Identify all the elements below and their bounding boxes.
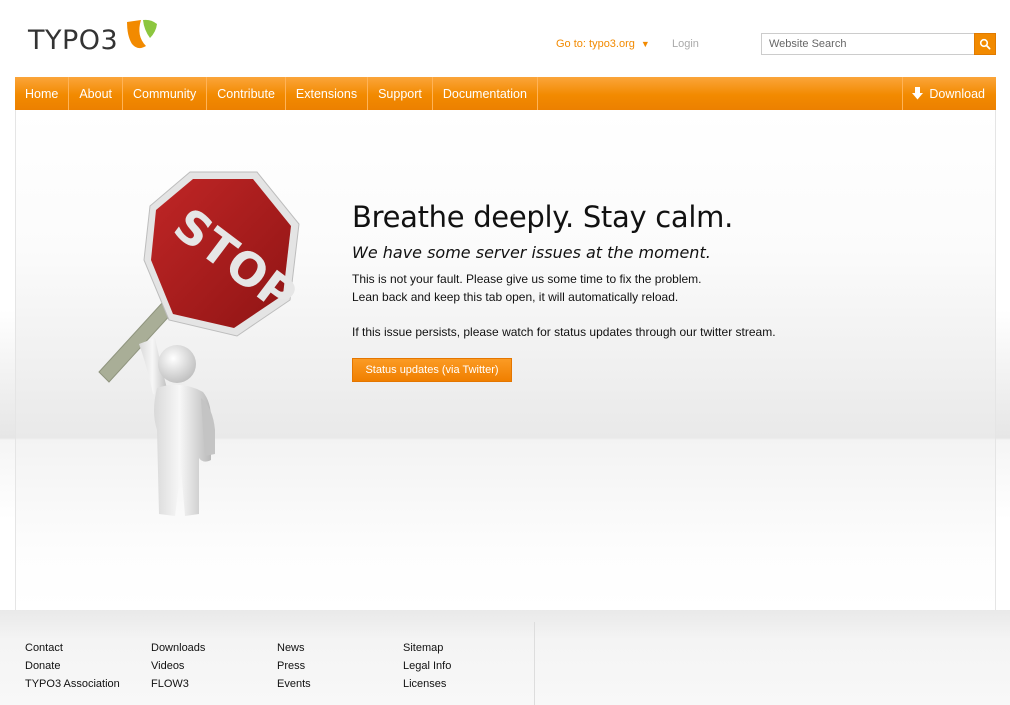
header: TYPO3 Go to: typo3.org ▼ Login <box>0 0 1010 77</box>
message-line-3: If this issue persists, please watch for… <box>352 325 776 339</box>
footer-link-press[interactable]: Press <box>277 660 311 678</box>
website-search <box>761 33 996 55</box>
goto-label: Go to: typo3.org <box>556 38 635 50</box>
footer-column-3: News Press Events <box>277 642 311 696</box>
footer: Contact Donate TYPO3 Association Downloa… <box>0 610 1010 705</box>
footer-link-sitemap[interactable]: Sitemap <box>403 642 451 660</box>
download-button[interactable]: Download <box>902 77 996 110</box>
background-band-left <box>0 310 15 610</box>
footer-link-videos[interactable]: Videos <box>151 660 205 678</box>
message-line-1: This is not your fault. Please give us s… <box>352 272 702 286</box>
nav-item-community[interactable]: Community <box>123 77 208 110</box>
status-updates-button[interactable]: Status updates (via Twitter) <box>352 358 512 382</box>
logo-text: TYPO3 <box>28 24 119 56</box>
footer-link-events[interactable]: Events <box>277 678 311 696</box>
search-button[interactable] <box>974 33 996 55</box>
download-arrow-icon <box>912 87 924 100</box>
typo3-logo[interactable]: TYPO3 <box>28 19 160 60</box>
search-input[interactable] <box>761 33 974 55</box>
background-band-right <box>996 310 1010 610</box>
search-icon <box>979 38 991 50</box>
message-line-2: Lean back and keep this tab open, it wil… <box>352 290 679 304</box>
footer-link-licenses[interactable]: Licenses <box>403 678 451 696</box>
footer-link-news[interactable]: News <box>277 642 311 660</box>
page-headline: Breathe deeply. Stay calm. <box>352 200 733 234</box>
nav-item-extensions[interactable]: Extensions <box>286 77 369 110</box>
footer-column-4: Sitemap Legal Info Licenses <box>403 642 451 696</box>
page-subheadline: We have some server issues at the moment… <box>352 243 711 262</box>
footer-divider <box>534 622 535 705</box>
goto-typo3-dropdown[interactable]: Go to: typo3.org ▼ <box>556 38 650 50</box>
nav-item-support[interactable]: Support <box>368 77 433 110</box>
footer-column-2: Downloads Videos FLOW3 <box>151 642 205 696</box>
caret-down-icon: ▼ <box>640 39 650 49</box>
main-navigation: Home About Community Contribute Extensio… <box>15 77 996 110</box>
footer-link-typo3-association[interactable]: TYPO3 Association <box>25 678 120 696</box>
typo3-logo-mark-icon <box>127 19 158 49</box>
stop-sign-figure-illustration: STOP <box>98 171 306 516</box>
nav-item-home[interactable]: Home <box>15 77 70 110</box>
footer-link-downloads[interactable]: Downloads <box>151 642 205 660</box>
footer-link-contact[interactable]: Contact <box>25 642 120 660</box>
footer-link-legal-info[interactable]: Legal Info <box>403 660 451 678</box>
download-label: Download <box>929 86 985 101</box>
login-link[interactable]: Login <box>672 38 699 50</box>
nav-item-documentation[interactable]: Documentation <box>433 77 538 110</box>
nav-item-about[interactable]: About <box>69 77 124 110</box>
footer-link-donate[interactable]: Donate <box>25 660 120 678</box>
footer-link-flow3[interactable]: FLOW3 <box>151 678 205 696</box>
nav-item-contribute[interactable]: Contribute <box>207 77 286 110</box>
footer-column-1: Contact Donate TYPO3 Association <box>25 642 120 696</box>
